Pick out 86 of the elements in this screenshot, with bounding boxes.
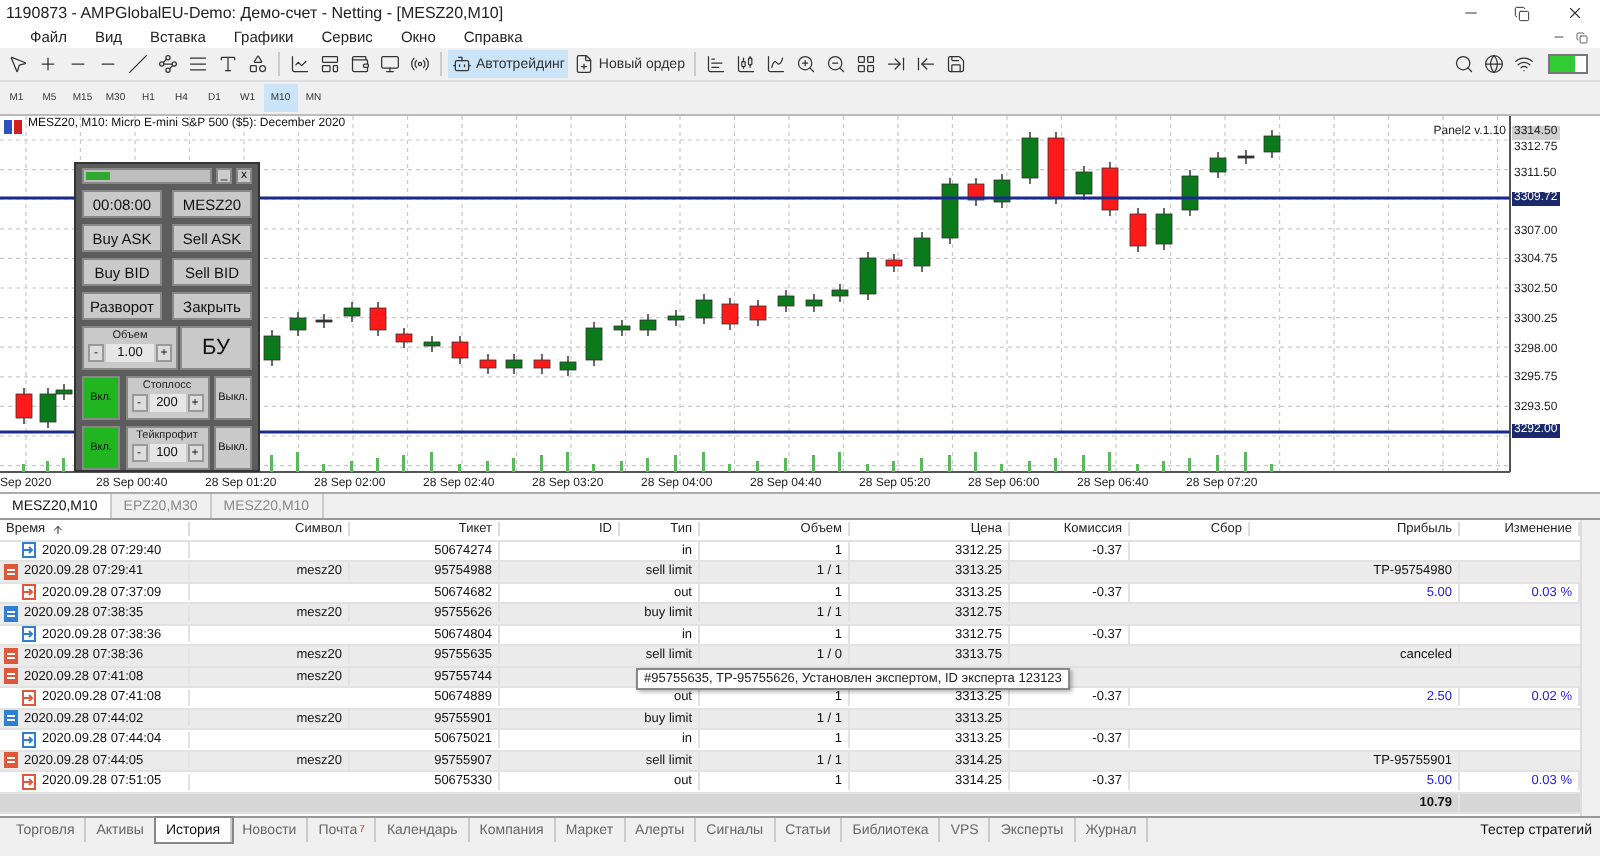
restore-icon — [1514, 5, 1530, 21]
sort-icon — [51, 523, 64, 536]
toolbar-button[interactable] — [124, 50, 152, 78]
candle — [1237, 149, 1255, 165]
candle — [15, 387, 33, 425]
candle — [343, 301, 361, 323]
candle — [695, 293, 713, 325]
candle — [993, 173, 1011, 209]
candle — [1181, 169, 1199, 217]
order-icon — [4, 668, 18, 685]
candle — [505, 353, 523, 375]
panel-title-bar — [82, 168, 212, 184]
candle — [885, 253, 903, 273]
candle — [805, 293, 823, 313]
new-order-icon — [574, 54, 595, 74]
monitor-icon — [380, 54, 400, 74]
zoom-out-icon — [826, 54, 847, 74]
candle — [749, 299, 767, 327]
new-chart-icon — [290, 54, 310, 74]
candle — [1021, 131, 1039, 185]
scrollbar[interactable] — [1580, 520, 1600, 816]
candle — [1209, 151, 1227, 179]
grid-icon — [856, 54, 877, 74]
toolbar-button[interactable] — [316, 50, 344, 78]
candle — [967, 177, 985, 207]
crosshair-icon — [38, 54, 58, 74]
channel-icon — [158, 54, 178, 74]
robot-icon — [452, 54, 472, 74]
text-icon — [218, 54, 238, 74]
candle — [1155, 207, 1173, 251]
candle — [1129, 207, 1147, 253]
cursor-icon — [8, 54, 28, 74]
close-icon — [1565, 4, 1583, 22]
candle — [423, 335, 441, 353]
candle — [395, 327, 413, 349]
candle — [613, 319, 631, 337]
candle — [831, 283, 849, 303]
zoom-in-icon — [796, 54, 817, 74]
search-button[interactable] — [1450, 50, 1478, 78]
chart-shift-icon — [886, 54, 907, 74]
restore-button[interactable] — [1572, 27, 1592, 47]
candle — [315, 313, 333, 329]
toolbar-button[interactable] — [376, 50, 404, 78]
candle — [585, 321, 603, 367]
signal-icon — [1514, 54, 1534, 74]
breakeven-button[interactable]: БУ — [180, 326, 252, 370]
minimize-icon — [1551, 30, 1565, 44]
trend-line-icon — [128, 54, 148, 74]
candle — [667, 309, 685, 327]
candlestick-icon — [736, 54, 757, 74]
candle — [639, 313, 657, 337]
toolbar-button[interactable] — [286, 50, 314, 78]
restore-icon — [1576, 31, 1588, 43]
toolbar-button[interactable] — [346, 50, 374, 78]
window-title: 1190873 - AMPGlobalEU-Demo: Демо-счет - Netting - [MESZ20,M10] — [6, 4, 506, 22]
candle — [1263, 129, 1281, 159]
lines-icon — [188, 54, 208, 74]
candle — [559, 355, 577, 377]
candle — [859, 251, 877, 301]
template-icon — [320, 54, 340, 74]
shapes-icon — [248, 54, 268, 74]
candle — [1047, 131, 1065, 205]
candle — [1075, 165, 1093, 201]
autoscroll-icon — [916, 54, 937, 74]
candle — [913, 231, 931, 273]
line-chart-icon — [766, 54, 787, 74]
globe-icon — [1484, 54, 1504, 74]
toolbar-button[interactable] — [244, 50, 272, 78]
chart-symbol-icon — [4, 120, 24, 134]
candle — [533, 353, 551, 375]
candle — [289, 311, 307, 337]
candle — [369, 301, 387, 337]
community-button[interactable] — [1480, 50, 1508, 78]
candle — [941, 177, 959, 245]
toolbar-button[interactable] — [154, 50, 182, 78]
candle — [451, 335, 469, 365]
save-icon — [946, 54, 967, 74]
broadcast-icon — [410, 54, 430, 74]
search-icon — [1454, 54, 1474, 74]
candle — [777, 289, 795, 313]
candle — [1101, 161, 1119, 217]
candle — [721, 297, 739, 331]
bar-chart-icon — [706, 54, 727, 74]
wallet-icon — [350, 54, 370, 74]
candle — [479, 353, 497, 375]
connection-indicator — [1548, 54, 1588, 74]
